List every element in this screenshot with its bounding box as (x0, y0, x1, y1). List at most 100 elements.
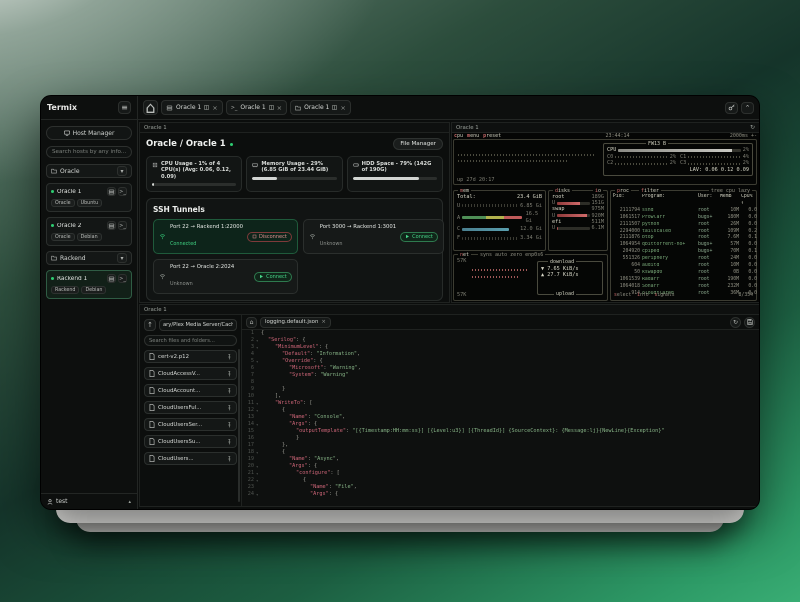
pin-icon[interactable] (226, 439, 232, 445)
file-manager-pane: Oracle 1 ↑ cert-v2.p12 CloudAccessV... C… (139, 304, 760, 507)
terminal-prompt-icon[interactable]: >_ (118, 221, 127, 230)
pin-icon[interactable] (226, 388, 232, 394)
file-list-scrollbar[interactable] (238, 349, 240, 502)
editor-tab[interactable]: logging.default.json × (260, 317, 331, 328)
host-manager-button[interactable]: Host Manager (46, 126, 132, 140)
host-tag: Oracle (51, 199, 75, 207)
pin-icon[interactable] (226, 371, 232, 377)
user-icon (47, 499, 53, 505)
home-button[interactable]: ⌂ (143, 100, 158, 115)
file-icon (149, 353, 155, 360)
chevron-down-icon[interactable]: ▾ (117, 253, 127, 263)
breadcrumb: Oracle / Oracle 1 (146, 139, 226, 149)
tab-bar: ⌂ Oracle 1 ×>_ Oracle 1 × Oracle 1 × ⌃ (138, 96, 759, 120)
signal-icon (309, 234, 316, 240)
file-item[interactable]: CloudUsers... (144, 452, 237, 465)
host-item-oracle-1[interactable]: Oracle 1 >_ OracleUbuntu (46, 183, 132, 212)
folder-icon (51, 255, 57, 261)
editor-column: ⌂ logging.default.json × ↻ (242, 315, 759, 506)
app-title: Termix (47, 103, 77, 112)
up-directory-button[interactable]: ↑ (144, 319, 156, 331)
code-line: 1 { (242, 330, 759, 337)
close-icon[interactable]: × (321, 319, 326, 325)
chevron-down-icon[interactable]: ▾ (117, 166, 127, 176)
host-search-input[interactable] (46, 146, 132, 158)
mem-box: mem Total:23.4 GiB U 6.85 GiA 16.5 GiC 1… (453, 190, 546, 251)
open-terminal-icon[interactable] (107, 187, 116, 196)
folder-row-oracle[interactable]: Oracle▾ (46, 164, 132, 178)
folder-row-rackend[interactable]: Rackend▾ (46, 251, 132, 265)
pin-icon[interactable] (226, 456, 232, 462)
file-item[interactable]: CloudAccount... (144, 384, 237, 397)
chevron-up-icon[interactable]: ▴ (128, 499, 131, 505)
file-manager-button[interactable]: File Manager (393, 138, 443, 150)
tab-server-oracle-1[interactable]: Oracle 1 × (161, 100, 223, 115)
host-status-dot (51, 224, 54, 227)
host-item-oracle-2[interactable]: Oracle 2 >_ OracleDebian (46, 217, 132, 246)
memory-icon (252, 162, 258, 174)
ssh-tunnel-row: Port 22 → Oracle 2:2024 Unknown Connect (153, 259, 298, 294)
btop-terminal[interactable]: cpumenupreset 23:44:142000ms +- up 27d 2… (452, 133, 759, 302)
tab-folder-oracle-1[interactable]: Oracle 1 × (290, 100, 351, 115)
host-item-rackend-1[interactable]: Rackend 1 >_ RackendDebian (46, 270, 132, 299)
terminal-pane: Oracle 1 ↻ cpumenupreset 23:44:142000ms … (451, 122, 760, 303)
split-icon[interactable] (332, 105, 337, 110)
connect-button[interactable]: Connect (400, 232, 438, 242)
file-item[interactable]: cert-v2.p12 (144, 350, 237, 363)
terminal-prompt-icon[interactable]: >_ (118, 187, 127, 196)
host-manager-icon (64, 130, 70, 136)
host-status-dot (51, 190, 54, 193)
save-icon[interactable] (744, 317, 755, 328)
pin-icon[interactable] (226, 354, 232, 360)
file-icon (149, 404, 155, 411)
close-icon[interactable]: × (340, 104, 345, 112)
stat-progress (353, 177, 437, 180)
split-icon[interactable] (204, 105, 209, 110)
folder-icon (51, 168, 57, 174)
code-editor[interactable]: 1 {2▾ "Serilog": {3▾ "MinimumLevel": {4 … (242, 330, 759, 506)
file-item[interactable]: CloudUsersSer... (144, 418, 237, 431)
split-icon[interactable] (269, 105, 274, 110)
open-terminal-icon[interactable] (107, 274, 116, 283)
code-line: 20▾ "Args": { (242, 463, 759, 470)
path-input[interactable] (159, 319, 237, 331)
pin-icon[interactable] (226, 422, 232, 428)
pane-label: Oracle 1 (144, 307, 167, 313)
close-icon[interactable]: × (277, 104, 282, 112)
tab-terminal-oracle-1[interactable]: >_ Oracle 1 × (226, 100, 287, 115)
code-line: 24▾ "Args": { (242, 491, 759, 498)
file-item[interactable]: CloudAccessV... (144, 367, 237, 380)
code-line: 18▾ { (242, 449, 759, 456)
file-icon (149, 370, 155, 377)
open-terminal-icon[interactable] (107, 221, 116, 230)
pane-label: Oracle 1 (144, 125, 167, 131)
desktop-background: Termix ≡ Host Manager Oracle▾ Oracle 1 >… (0, 0, 800, 602)
sidebar-footer[interactable]: test ▴ (41, 493, 137, 509)
menu-icon[interactable]: ≡ (118, 101, 131, 114)
editor-home-icon[interactable]: ⌂ (246, 317, 257, 328)
host-status-dot (51, 277, 54, 280)
refresh-icon[interactable]: ↻ (750, 124, 755, 131)
stat-card-memory: Memory Usage - 29% (6.85 GiB of 23.44 Gi… (246, 156, 342, 192)
file-search-input[interactable] (144, 335, 237, 346)
code-line: 4 "Default": "Information", (242, 351, 759, 358)
disconnect-button[interactable]: Disconnect (247, 232, 292, 242)
code-line: 19 "Name": "Async", (242, 456, 759, 463)
key-icon[interactable] (725, 102, 738, 114)
folder-icon (295, 105, 301, 111)
pin-icon[interactable] (226, 405, 232, 411)
stop-icon (252, 234, 257, 239)
collapse-icon[interactable]: ⌃ (741, 102, 754, 114)
close-icon[interactable]: × (212, 104, 217, 112)
file-item[interactable]: CloudUsersFul... (144, 401, 237, 414)
connect-button[interactable]: Connect (254, 272, 292, 282)
code-line: 5▾ "Override": { (242, 358, 759, 365)
reload-file-icon[interactable]: ↻ (730, 317, 741, 328)
code-line: 13 "Name": "Console", (242, 414, 759, 421)
play-icon (259, 274, 264, 279)
code-line: 17 }, (242, 442, 759, 449)
hdd-icon (353, 162, 359, 174)
terminal-prompt-icon[interactable]: >_ (118, 274, 127, 283)
host-folder-list: Oracle▾ Oracle 1 >_ OracleUbuntu Oracle … (46, 164, 132, 299)
file-item[interactable]: CloudUsersSu... (144, 435, 237, 448)
